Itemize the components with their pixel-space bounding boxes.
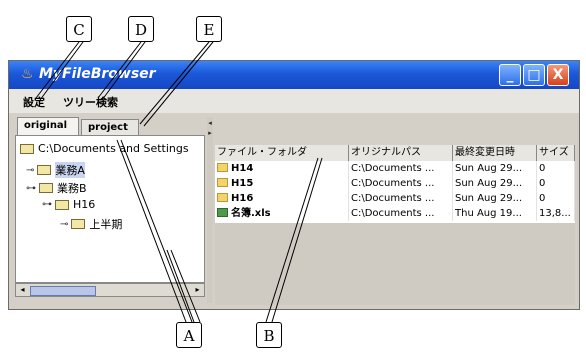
- folder-icon: [71, 219, 86, 229]
- menu-tree-search[interactable]: ツリー検索: [63, 94, 118, 110]
- column-header-path[interactable]: オリジナルパス: [349, 145, 453, 161]
- menu-settings[interactable]: 設定: [23, 94, 45, 110]
- menu-bar: 設定 ツリー検索: [9, 89, 579, 113]
- close-button[interactable]: X: [547, 64, 569, 86]
- folder-tree-pane: original project C:\Documents and Settin…: [15, 117, 205, 303]
- folder-icon: [20, 143, 34, 154]
- table-row[interactable]: 名簿.xls C:\Documents ... Thu Aug 19... 13…: [215, 206, 575, 221]
- expanded-node-icon[interactable]: ⊶: [26, 183, 36, 194]
- excel-file-icon: [217, 208, 228, 217]
- table-row[interactable]: H16 C:\Documents ... Sun Aug 29... 0: [215, 191, 575, 206]
- minimize-button[interactable]: _: [499, 64, 521, 86]
- callout-d: D: [128, 16, 154, 42]
- callout-b: B: [256, 322, 282, 348]
- tree-node-label: 上半期: [89, 218, 123, 231]
- tree-node-label: 業務B: [57, 182, 87, 195]
- folder-icon: [37, 165, 52, 175]
- callout-c: C: [66, 16, 92, 42]
- tree-node-label: H16: [73, 198, 96, 211]
- collapsed-node-icon[interactable]: ⊸: [26, 165, 34, 176]
- cell-name: H16: [215, 191, 349, 206]
- column-header-modified[interactable]: 最終変更日時: [453, 145, 537, 161]
- window-title: MyFileBrowser: [39, 66, 156, 82]
- cell-modified: Sun Aug 29...: [453, 176, 537, 191]
- cell-modified: Sun Aug 29...: [453, 161, 537, 176]
- column-header-name[interactable]: ファイル・フォルダ: [215, 145, 349, 161]
- cell-name: 名簿.xls: [215, 206, 349, 221]
- table-body: H14 C:\Documents ... Sun Aug 29... 0 H15…: [215, 161, 575, 223]
- callout-a: A: [176, 322, 202, 348]
- folder-icon: [217, 163, 228, 172]
- tree-root-label: C:\Documents and Settings: [38, 142, 189, 155]
- pane-splitter[interactable]: ◂ ▸: [207, 117, 213, 303]
- tab-project[interactable]: project: [81, 119, 139, 135]
- cell-size: 0: [537, 191, 575, 206]
- cell-name: H14: [215, 161, 349, 176]
- folder-icon: [217, 178, 228, 187]
- cell-path: C:\Documents ...: [349, 161, 453, 176]
- tab-original[interactable]: original: [17, 117, 79, 135]
- scroll-right-icon[interactable]: ▸: [192, 285, 203, 295]
- tab-strip: original project: [15, 117, 205, 135]
- tree-node-kamihanki[interactable]: ⊸ 上半期: [60, 216, 122, 232]
- maximize-button[interactable]: □: [523, 64, 545, 86]
- cell-name: H15: [215, 176, 349, 191]
- app-window: ♨ MyFileBrowser _ □ X 設定 ツリー検索 original …: [8, 60, 580, 310]
- collapse-left-icon[interactable]: ◂: [207, 119, 213, 127]
- collapsed-node-icon[interactable]: ⊸: [60, 219, 68, 230]
- file-name: H15: [231, 178, 254, 189]
- file-name: H16: [231, 193, 254, 204]
- cell-size: 13,8...: [537, 206, 575, 221]
- tree-node-h16[interactable]: ⊶ H16: [42, 198, 95, 211]
- cell-path: C:\Documents ...: [349, 206, 453, 221]
- expanded-node-icon[interactable]: ⊶: [42, 199, 52, 210]
- table-row[interactable]: H14 C:\Documents ... Sun Aug 29... 0: [215, 161, 575, 176]
- callout-e: E: [196, 16, 222, 42]
- folder-icon: [55, 199, 69, 210]
- tree-root[interactable]: C:\Documents and Settings: [20, 142, 189, 155]
- tree-node-label: 業務A: [55, 162, 85, 178]
- table-header: ファイル・フォルダ オリジナルパス 最終変更日時 サイズ: [215, 145, 575, 161]
- title-bar[interactable]: ♨ MyFileBrowser _ □ X: [9, 61, 579, 89]
- cell-path: C:\Documents ...: [349, 191, 453, 206]
- cell-path: C:\Documents ...: [349, 176, 453, 191]
- cell-modified: Sun Aug 29...: [453, 191, 537, 206]
- cell-modified: Thu Aug 19...: [453, 206, 537, 221]
- folder-icon: [39, 183, 53, 193]
- folder-tree: C:\Documents and Settings ⊸ 業務A ⊶ 業務B ⊶ …: [15, 135, 205, 283]
- collapse-right-icon[interactable]: ▸: [207, 129, 213, 137]
- scroll-left-icon[interactable]: ◂: [17, 285, 28, 295]
- cell-size: 0: [537, 161, 575, 176]
- scrollbar-thumb[interactable]: [30, 286, 96, 296]
- cell-size: 0: [537, 176, 575, 191]
- table-row[interactable]: H15 C:\Documents ... Sun Aug 29... 0: [215, 176, 575, 191]
- horizontal-scrollbar[interactable]: ◂ ▸: [15, 283, 205, 297]
- file-name: H14: [231, 163, 254, 174]
- column-header-size[interactable]: サイズ: [537, 145, 575, 161]
- file-name: 名簿.xls: [231, 208, 271, 219]
- tree-node-gyomu-a[interactable]: ⊸ 業務A: [26, 162, 85, 178]
- java-cup-icon: ♨: [21, 66, 34, 82]
- folder-icon: [217, 193, 228, 202]
- file-table: ファイル・フォルダ オリジナルパス 最終変更日時 サイズ H14 C:\Docu…: [215, 145, 575, 305]
- tree-node-gyomu-b[interactable]: ⊶ 業務B: [26, 180, 87, 196]
